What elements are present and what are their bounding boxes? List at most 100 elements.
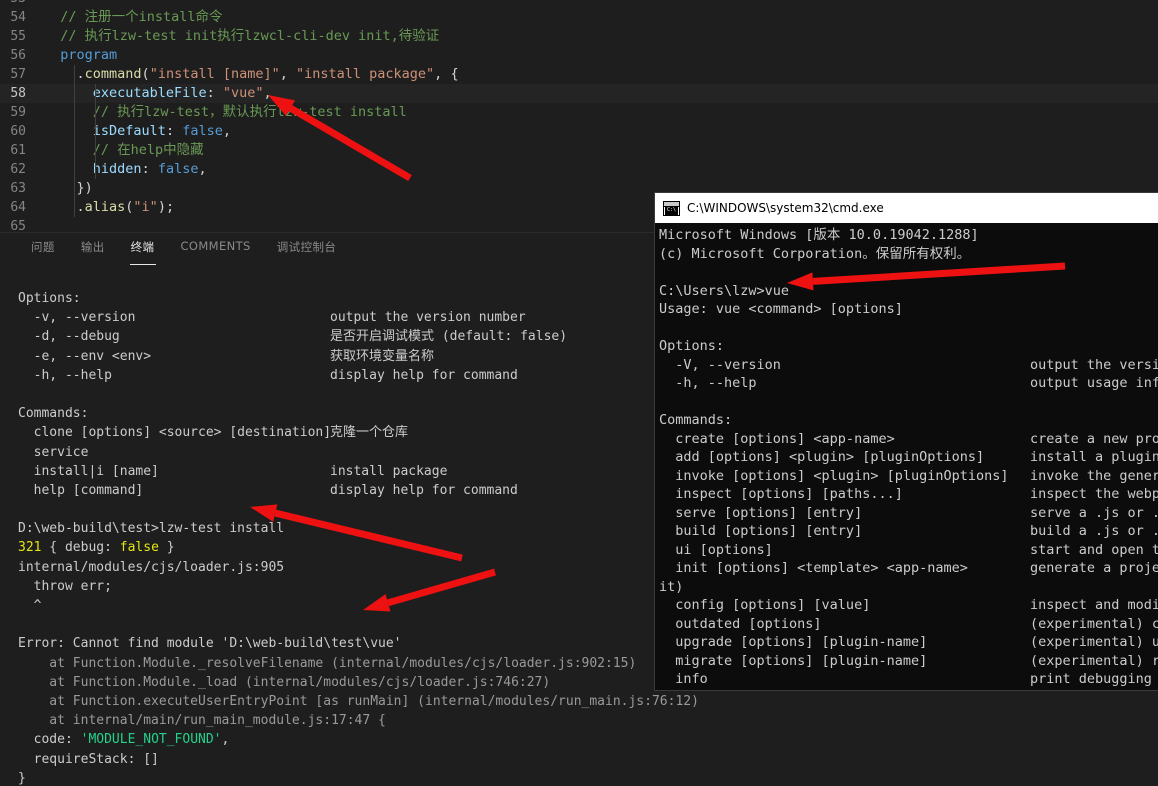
panel-tab-终端[interactable]: 终端 [118,233,168,255]
terminal-line-description: display help for command [330,482,518,498]
panel-tab-COMMENTS[interactable]: COMMENTS [167,233,263,253]
line-number: 56 [10,48,26,63]
line-number: 61 [10,143,26,158]
cmd-line-text: invoke [options] <plugin> [pluginOptions… [659,467,1009,484]
terminal-line-text: 321 { debug: false } [18,540,175,556]
cmd-line-text: ui [options] [659,541,773,558]
terminal-line-text: Options: [18,291,81,306]
cmd-line-description: inspect the webpack config in a project … [1030,486,1158,502]
line-number: 54 [10,10,26,25]
cmd-title-text: C:\WINDOWS\system32\cmd.exe [687,201,884,215]
terminal-line-text: -e, --env <env> [18,348,152,364]
terminal-line-text: internal/modules/cjs/loader.js:905 [18,559,285,575]
cmd-line: create [options] <app-name> create a new … [659,430,1158,449]
cmd-line-description: start and open the vue-cli ui [1030,541,1158,558]
terminal-line-description: 是否开启调试模式 (default: false) [330,329,568,345]
cmd-line: init [options] <template> <app-name> gene… [659,559,1158,578]
indent-guide [95,103,96,122]
line-number: 64 [10,200,26,215]
indent-guide [74,141,75,160]
cmd-line: serve [options] [entry] serve a .js or .v… [659,504,1158,523]
code-line[interactable]: 62 hidden: false, [0,160,1158,179]
code-text: .command("install [name]", "install pack… [44,66,459,82]
indent-guide [74,122,75,141]
terminal-line-text: Error: Cannot find module 'D:\web-build\… [18,636,402,652]
terminal-line-text: D:\web-build\test>lzw-test install [18,521,285,537]
line-number: 57 [10,67,26,82]
code-line[interactable]: 59 // 执行lzw-test，默认执行lzw-test install [0,103,1158,122]
code-line[interactable]: 61 // 在help中隐藏 [0,141,1158,160]
cmd-line-text: Options: [659,338,725,354]
code-text: isDefault: false, [92,123,231,139]
code-line[interactable]: 60 isDefault: false, [0,122,1158,141]
cmd-line-text: create [options] <app-name> [659,430,895,447]
cmd-line [659,319,1158,338]
cmd-line-text: build [options] [entry] [659,523,863,539]
line-number: 63 [10,181,26,196]
panel-tab-调试控制台[interactable]: 调试控制台 [264,233,350,255]
line-number: 59 [10,105,26,120]
terminal-line-text: at Function.Module._resolveFilename (int… [18,655,637,671]
cmd-line: info print debugging information about yo… [659,670,1158,689]
cmd-window[interactable]: C:\WINDOWS\system32\cmd.exe Microsoft Wi… [655,193,1158,690]
cmd-line-text: -V, --version [659,356,781,373]
terminal-line-text: Commands: [18,406,89,422]
cmd-line: upgrade [options] [plugin-name] (experime… [659,633,1158,652]
cmd-line: -h, --help output usage information [659,374,1158,393]
cmd-line: Commands: [659,411,1158,430]
code-line[interactable]: 54 // 注册一个install命令 [0,8,1158,27]
code-text: // 注册一个install命令 [60,9,223,25]
indent-guide [74,160,75,179]
code-text: hidden: false, [92,161,207,177]
terminal-line-description: 克隆一个仓库 [330,425,409,441]
code-text: executableFile: "vue", [92,85,272,101]
code-line[interactable]: 56 program [0,46,1158,65]
code-line[interactable]: 55 // 执行lzw-test init执行lzwcl-cli-dev ini… [0,27,1158,46]
cmd-line: it) [659,578,1158,597]
cmd-line-text: Usage: vue <command> [options] [659,301,903,317]
console-icon [663,200,680,216]
code-line[interactable]: 53 [0,0,1158,8]
terminal-line: at Function.executeUserEntryPoint [as ru… [18,692,1158,711]
indent-guide [95,122,96,141]
cmd-line-text: migrate [options] [plugin-name] [659,652,928,669]
cmd-line: invoke [options] <plugin> [pluginOptions… [659,467,1158,486]
cmd-line-description: generate a project from a remote templat… [1030,560,1158,576]
cmd-line-text: add [options] <plugin> [pluginOptions] [659,449,985,465]
cmd-line-text: config [options] [value] [659,597,871,613]
terminal-line: code: 'MODULE_NOT_FOUND', [18,730,1158,749]
cmd-line-text: info [659,671,708,687]
line-number: 60 [10,124,26,139]
code-text: program [60,47,118,63]
indent-guide [95,160,96,179]
panel-tab-问题[interactable]: 问题 [18,233,68,255]
cmd-line: Microsoft Windows [版本 10.0.19042.1288] [659,226,1158,245]
terminal-line: requireStack: [] [18,750,1158,769]
cmd-line-text: init [options] <template> <app-name> [659,560,968,576]
panel-tab-输出[interactable]: 输出 [68,233,118,255]
indent-guide [74,103,75,122]
cmd-line: (c) Microsoft Corporation。保留所有权利。 [659,245,1158,264]
terminal-line-text: -v, --version [18,310,136,326]
terminal-line-text: ^ [18,598,42,613]
terminal-line-text: at Function.executeUserEntryPoint [as ru… [18,693,699,709]
cmd-line-description: build a .js or .vue file in production m… [1030,523,1158,539]
cmd-line: migrate [options] [plugin-name] (experime… [659,652,1158,671]
code-line[interactable]: 58 executableFile: "vue", [0,84,1158,103]
terminal-line-description: output the version number [330,310,526,326]
indent-guide [74,179,75,198]
code-line[interactable]: 57 .command("install [name]", "install p… [0,65,1158,84]
line-number: 65 [10,219,26,232]
cmd-line [659,689,1158,691]
cmd-title-bar[interactable]: C:\WINDOWS\system32\cmd.exe [655,193,1158,223]
code-text: // 执行lzw-test，默认执行lzw-test install [92,104,407,120]
cmd-line-text: Microsoft Windows [版本 10.0.19042.1288] [659,227,979,243]
cmd-line-description: (experimental) upgrade vue cli service /… [1030,634,1158,650]
terminal-line-text: -d, --debug [18,329,120,345]
terminal-line-text: install|i [name] [18,463,159,479]
terminal-line-text: at internal/main/run_main_module.js:17:4… [18,713,386,729]
line-number: 55 [10,29,26,44]
cmd-line-text: outdated [options] [659,615,822,632]
cmd-output[interactable]: Microsoft Windows [版本 10.0.19042.1288] (c… [655,223,1158,690]
terminal-line-text: requireStack: [] [18,751,159,767]
